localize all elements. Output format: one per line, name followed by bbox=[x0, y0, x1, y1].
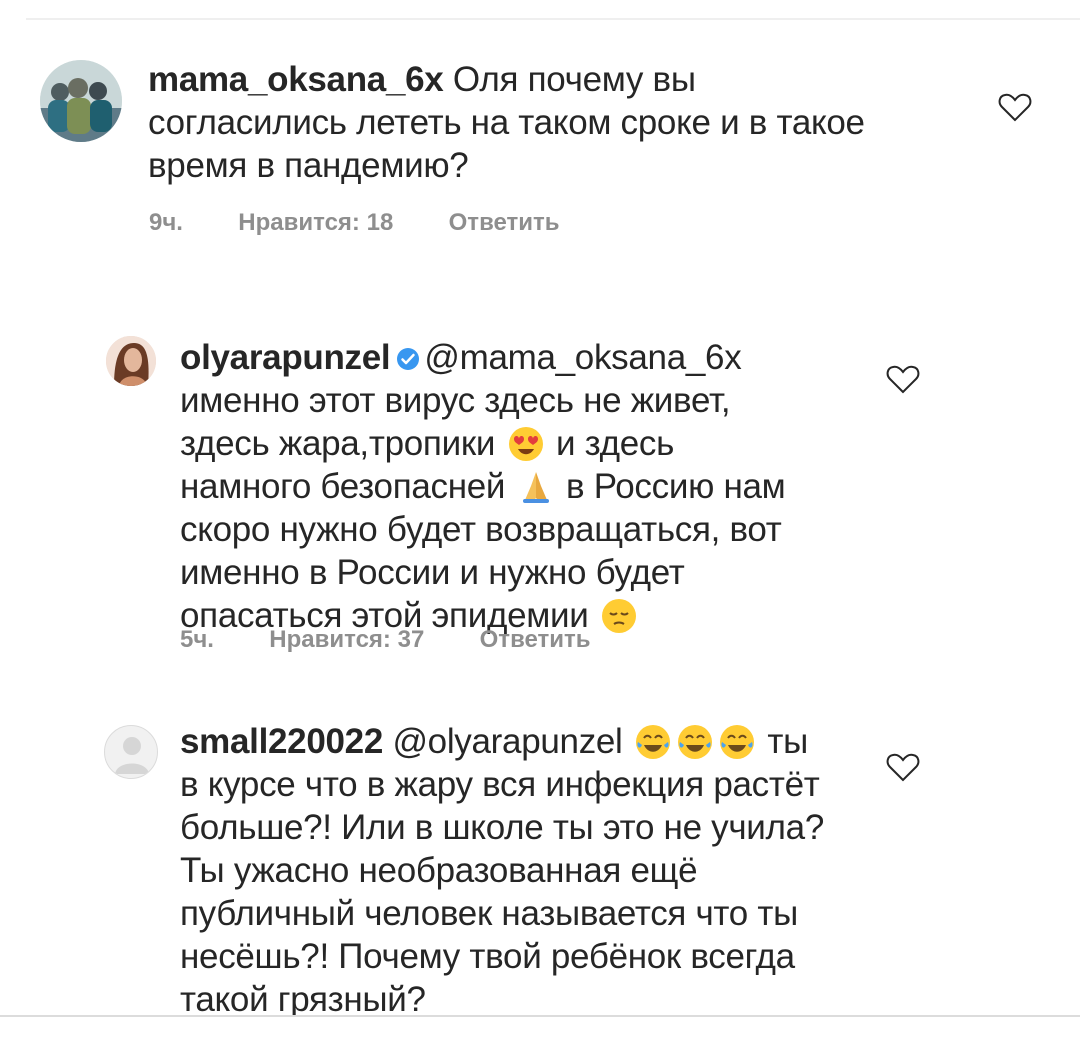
comment-time: 9ч. bbox=[149, 209, 183, 236]
heart-eyes-emoji-icon bbox=[508, 427, 543, 461]
comment-text-line: публичный человек называется что ты bbox=[180, 894, 798, 933]
heart-outline-icon[interactable] bbox=[886, 364, 920, 394]
heart-outline-icon[interactable] bbox=[998, 92, 1032, 122]
comment-text-line: в курсе что в жару вся инфекция растёт bbox=[180, 765, 820, 804]
comment-body: mama_oksana_6x Оля почему вы согласились… bbox=[148, 58, 968, 187]
comment-username[interactable]: mama_oksana_6x bbox=[148, 60, 444, 99]
comment-text-line: Ты ужасно необразованная ещё bbox=[180, 851, 698, 890]
comment-text-line: согласились лететь на таком сроке и в та… bbox=[148, 103, 865, 142]
default-avatar-icon bbox=[115, 737, 149, 774]
top-divider bbox=[26, 18, 1080, 20]
avatar[interactable] bbox=[106, 336, 156, 386]
reply-button[interactable]: Ответить bbox=[449, 209, 560, 237]
comment-time: 5ч. bbox=[180, 626, 214, 653]
comment-text-line: и здесь bbox=[555, 424, 675, 463]
comment-text-line: скоро нужно будет возвращаться, вот bbox=[180, 510, 782, 549]
bottom-cutoff bbox=[0, 1015, 1080, 1046]
comment-text-line: именно этот вирус здесь не живет, bbox=[180, 381, 731, 420]
comment-username[interactable]: small220022 bbox=[180, 722, 383, 761]
comment-username[interactable]: olyarapunzel bbox=[180, 338, 391, 377]
comment-text-line: здесь жара,тропики bbox=[180, 424, 496, 463]
comment-text-line: время в пандемию? bbox=[148, 146, 469, 185]
like-count[interactable]: Нравится: 18 bbox=[238, 209, 393, 237]
mention-link[interactable]: @mama_oksana_6x bbox=[424, 338, 741, 377]
comment-meta: 9ч. Нравится: 18 Ответить bbox=[149, 209, 560, 237]
comment-text-line: ты bbox=[767, 722, 809, 761]
comment-text-line: в Россию нам bbox=[566, 467, 786, 506]
comment-text-line: именно в России и нужно будет bbox=[180, 553, 685, 592]
folded-hands-emoji-icon bbox=[522, 472, 549, 503]
mention-link[interactable]: @olyarapunzel bbox=[392, 722, 622, 761]
tears-of-joy-emoji-icon bbox=[677, 725, 712, 759]
comment-text-line: такой грязный? bbox=[180, 980, 426, 1019]
avatar[interactable] bbox=[40, 60, 122, 142]
comment-text-line: больше?! Или в школе ты это не учила? bbox=[180, 808, 825, 847]
comment-body: small220022 @olyarapunzel ты в курсе что… bbox=[180, 720, 880, 1021]
heart-outline-icon[interactable] bbox=[886, 752, 920, 782]
avatar[interactable] bbox=[104, 725, 158, 779]
pensive-face-emoji-icon bbox=[601, 599, 636, 633]
comment-meta: 5ч. Нравится: 37 Ответить bbox=[180, 626, 591, 654]
comment-body: olyarapunzel @mama_oksana_6x именно этот … bbox=[180, 336, 880, 637]
profile-photo-woman bbox=[106, 336, 156, 386]
comment-text-line: намного безопасней bbox=[180, 467, 506, 506]
verified-badge-icon bbox=[397, 348, 420, 370]
profile-photo-group bbox=[40, 60, 122, 142]
tears-of-joy-emoji-icon bbox=[719, 725, 754, 759]
comment-text-line: Оля почему вы bbox=[443, 60, 696, 99]
comment-text-line: несёшь?! Почему твой ребёнок всегда bbox=[180, 937, 795, 976]
tears-of-joy-emoji-icon bbox=[635, 725, 670, 759]
reply-button[interactable]: Ответить bbox=[480, 626, 591, 654]
like-count[interactable]: Нравится: 37 bbox=[269, 626, 424, 654]
